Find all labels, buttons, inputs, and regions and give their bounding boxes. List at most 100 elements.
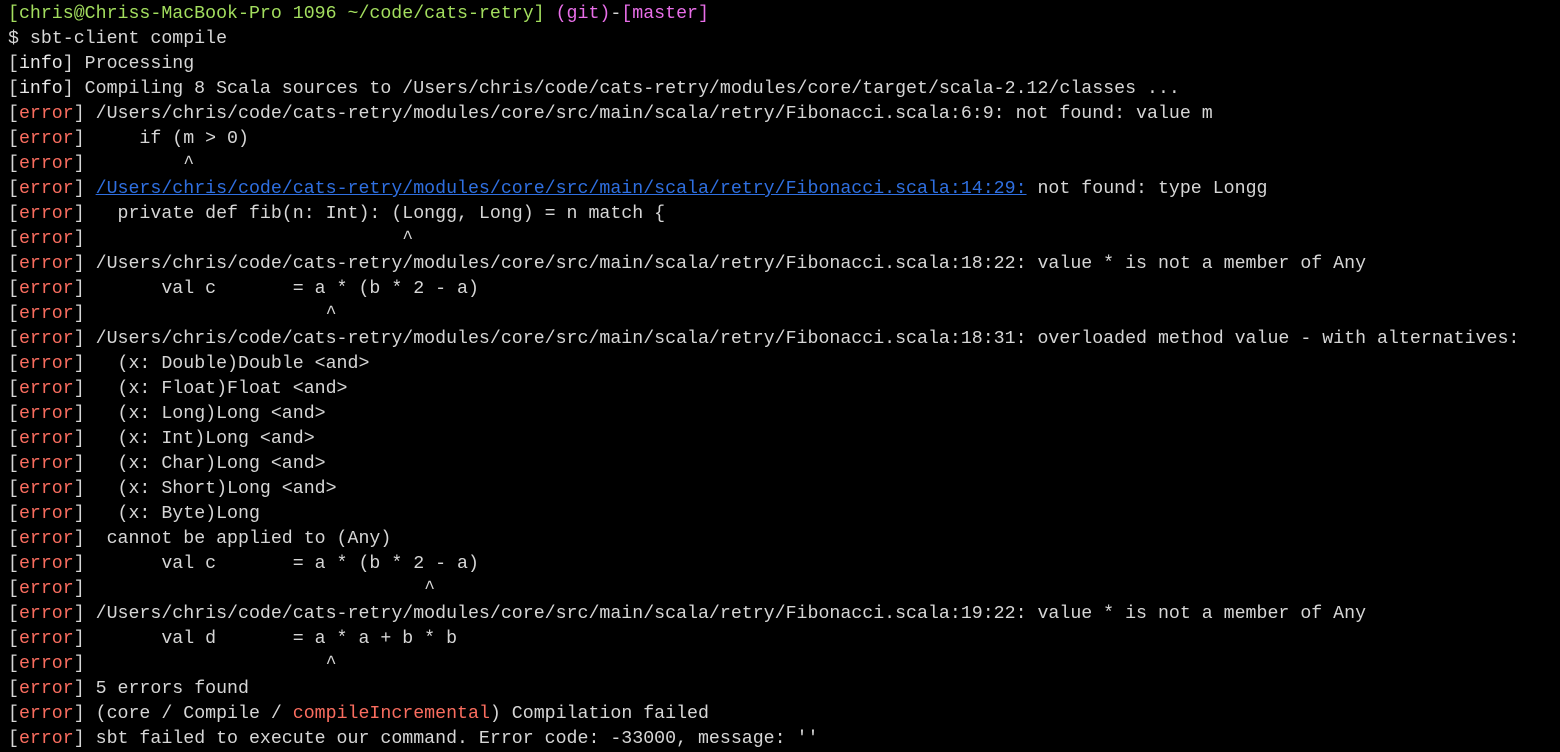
terminal-text: info: [18, 79, 63, 99]
terminal-text: ] /Users/chris/code/cats-retry/modules/c…: [73, 604, 1367, 624]
terminal-text: ] /Users/chris/code/cats-retry/modules/c…: [73, 329, 1520, 349]
terminal-line: [error] private def fib(n: Int): (Longg,…: [8, 202, 1560, 227]
terminal-line: $ sbt-client compile: [8, 27, 1560, 52]
error-tag: error: [18, 429, 74, 449]
error-tag: error: [18, 204, 74, 224]
terminal-text: [: [8, 679, 19, 699]
terminal-text: ] (core / Compile /: [73, 704, 293, 724]
terminal-text: ] cannot be applied to (Any): [73, 529, 392, 549]
terminal-text: [: [8, 579, 19, 599]
terminal-text: $ sbt-client compile: [8, 29, 228, 49]
terminal-text: ] ^: [73, 654, 337, 674]
error-tag: compileIncremental: [292, 704, 490, 724]
terminal-text: not found: type Longg: [1026, 179, 1268, 199]
terminal-text: [: [8, 354, 19, 374]
terminal-line: [error] (x: Double)Double <and>: [8, 352, 1560, 377]
terminal-text: [: [8, 429, 19, 449]
terminal-text: [: [8, 129, 19, 149]
terminal-text: ) Compilation failed: [489, 704, 709, 724]
terminal-output[interactable]: [chris@Chriss-MacBook-Pro 1096 ~/code/ca…: [0, 0, 1560, 752]
terminal-text: ] val d = a * a + b * b: [73, 629, 458, 649]
error-tag: error: [18, 379, 74, 399]
terminal-text: ] val c = a * (b * 2 - a): [73, 279, 479, 299]
terminal-text: [: [8, 329, 19, 349]
terminal-line: [error] if (m > 0): [8, 127, 1560, 152]
terminal-text: ] ^: [73, 229, 414, 249]
terminal-line: [info] Compiling 8 Scala sources to /Use…: [8, 77, 1560, 102]
terminal-text: [: [8, 654, 19, 674]
terminal-text: ] (x: Byte)Long: [73, 504, 260, 524]
error-tag: error: [18, 304, 74, 324]
terminal-text: [: [8, 554, 19, 574]
error-tag: error: [18, 579, 74, 599]
error-tag: error: [18, 504, 74, 524]
error-tag: error: [18, 229, 74, 249]
terminal-line: [error] val c = a * (b * 2 - a): [8, 552, 1560, 577]
terminal-text: ] ^: [73, 304, 337, 324]
terminal-text: [: [8, 304, 19, 324]
terminal-text: [: [8, 229, 19, 249]
error-tag: error: [18, 729, 74, 749]
terminal-text: ] (x: Int)Long <and>: [73, 429, 315, 449]
terminal-text: -: [610, 4, 622, 24]
error-tag: error: [18, 529, 74, 549]
terminal-line: [error] /Users/chris/code/cats-retry/mod…: [8, 177, 1560, 202]
error-tag: error: [18, 554, 74, 574]
terminal-text: [: [8, 454, 19, 474]
error-tag: error: [18, 479, 74, 499]
terminal-text: [: [8, 504, 19, 524]
terminal-line: [error] val c = a * (b * 2 - a): [8, 277, 1560, 302]
terminal-text: [master]: [621, 4, 709, 24]
terminal-text: [: [8, 204, 19, 224]
terminal-line: [error] ^: [8, 302, 1560, 327]
terminal-line: [error] /Users/chris/code/cats-retry/mod…: [8, 602, 1560, 627]
terminal-line: [error] (x: Float)Float <and>: [8, 377, 1560, 402]
error-tag: error: [18, 604, 74, 624]
terminal-text: ] val c = a * (b * 2 - a): [73, 554, 479, 574]
terminal-text: ] 5 errors found: [73, 679, 249, 699]
terminal-text: ] Compiling 8 Scala sources to /Users/ch…: [62, 79, 1180, 99]
error-tag: error: [18, 679, 74, 699]
terminal-text: [: [8, 104, 19, 124]
terminal-text: ] sbt failed to execute our command. Err…: [73, 729, 819, 749]
terminal-text: [: [8, 154, 19, 174]
terminal-line: [error] val d = a * a + b * b: [8, 627, 1560, 652]
terminal-line: [error] /Users/chris/code/cats-retry/mod…: [8, 102, 1560, 127]
terminal-text: [: [8, 529, 19, 549]
terminal-text: [: [8, 179, 19, 199]
terminal-text: ] (x: Char)Long <and>: [73, 454, 326, 474]
error-tag: error: [18, 629, 74, 649]
terminal-text: [: [8, 729, 19, 749]
error-tag: error: [18, 404, 74, 424]
terminal-line: [error] /Users/chris/code/cats-retry/mod…: [8, 252, 1560, 277]
terminal-text: ] (x: Short)Long <and>: [73, 479, 337, 499]
terminal-line: [error] (x: Byte)Long: [8, 502, 1560, 527]
terminal-line: [error] (core / Compile / compileIncreme…: [8, 702, 1560, 727]
terminal-text: ] (x: Double)Double <and>: [73, 354, 370, 374]
terminal-text: ] ^: [73, 154, 195, 174]
error-tag: error: [18, 129, 74, 149]
terminal-text: [: [8, 379, 19, 399]
terminal-text: ] /Users/chris/code/cats-retry/modules/c…: [73, 104, 1213, 124]
terminal-text: ] if (m > 0): [73, 129, 249, 149]
error-tag: error: [18, 179, 74, 199]
terminal-line: [chris@Chriss-MacBook-Pro 1096 ~/code/ca…: [8, 2, 1560, 27]
terminal-line: [error] 5 errors found: [8, 677, 1560, 702]
terminal-text: ] Processing: [62, 54, 195, 74]
terminal-line: [error] ^: [8, 152, 1560, 177]
terminal-text: (git): [555, 4, 611, 24]
error-tag: error: [18, 354, 74, 374]
terminal-text: [: [8, 404, 19, 424]
terminal-text: [: [8, 54, 19, 74]
terminal-text: info: [18, 54, 63, 74]
terminal-text: [: [8, 604, 19, 624]
terminal-line: [error] (x: Char)Long <and>: [8, 452, 1560, 477]
terminal-text: [: [8, 629, 19, 649]
terminal-text: ] ^: [73, 579, 436, 599]
terminal-line: [error] cannot be applied to (Any): [8, 527, 1560, 552]
error-tag: error: [18, 654, 74, 674]
terminal-text: [: [8, 279, 19, 299]
terminal-line: [error] /Users/chris/code/cats-retry/mod…: [8, 327, 1560, 352]
file-link[interactable]: /Users/chris/code/cats-retry/modules/cor…: [96, 179, 1027, 199]
